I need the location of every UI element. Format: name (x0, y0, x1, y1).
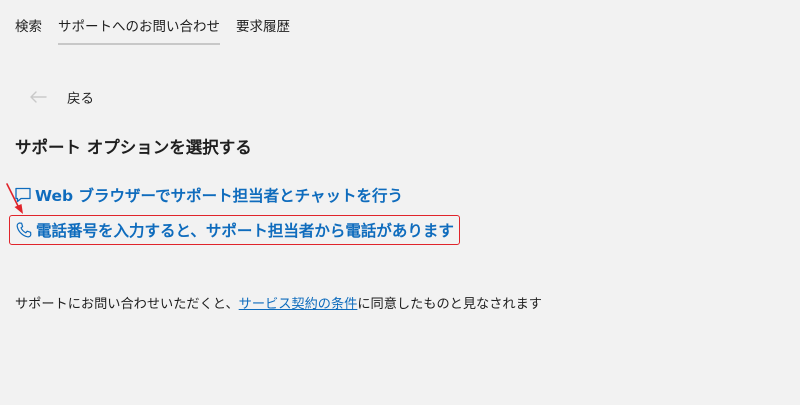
phone-option-link[interactable]: 電話番号を入力すると、サポート担当者から電話があります (9, 215, 460, 245)
consent-text: サポートにお問い合わせいただくと、サービス契約の条件に同意したものと見なされます (15, 293, 542, 312)
back-label: 戻る (67, 91, 94, 107)
top-tabs: 検索 サポートへのお問い合わせ 要求履歴 (15, 0, 306, 45)
phone-option-label: 電話番号を入力すると、サポート担当者から電話があります (36, 222, 454, 240)
chat-option-label: Web ブラウザーでサポート担当者とチャットを行う (35, 187, 403, 205)
chat-option-link[interactable]: Web ブラウザーでサポート担当者とチャットを行う (14, 184, 403, 206)
page-title: サポート オプションを選択する (15, 138, 252, 157)
tab-search[interactable]: 検索 (15, 19, 42, 35)
consent-prefix: サポートにお問い合わせいただくと、 (15, 297, 239, 312)
back-button[interactable]: 戻る (29, 86, 94, 108)
arrow-left-icon (30, 91, 47, 103)
service-agreement-link[interactable]: サービス契約の条件 (239, 297, 358, 312)
tab-request-history[interactable]: 要求履歴 (236, 19, 290, 35)
phone-icon (16, 222, 32, 238)
tab-contact-support[interactable]: サポートへのお問い合わせ (58, 19, 220, 45)
annotation-arrow (6, 183, 23, 214)
consent-suffix: に同意したものと見なされます (357, 297, 542, 312)
